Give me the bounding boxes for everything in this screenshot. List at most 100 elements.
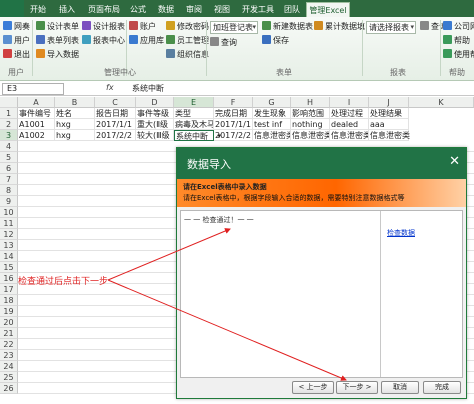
cell-a2[interactable]: A1001 bbox=[18, 119, 55, 130]
form-select-dropdown[interactable]: 加班登记表 ▾ bbox=[210, 21, 258, 34]
row-header[interactable]: 8 bbox=[0, 185, 18, 196]
next-step-button[interactable]: 下一步 > bbox=[336, 381, 378, 394]
tab-manage-excel[interactable]: 管理Excel bbox=[306, 2, 350, 17]
row-header[interactable]: 17 bbox=[0, 284, 18, 295]
tab-formulas[interactable]: 公式 bbox=[128, 2, 148, 17]
cell-c1[interactable]: 报告日期 bbox=[95, 108, 136, 119]
name-box[interactable]: E3 bbox=[2, 83, 64, 95]
ribbon-btn-accumulate-data[interactable]: 累计数据填 bbox=[314, 21, 365, 33]
ribbon-btn-usage-help[interactable]: 使用帮 bbox=[443, 49, 474, 61]
cell-d1[interactable]: 事件等级 bbox=[136, 108, 174, 119]
col-header-d[interactable]: D bbox=[136, 97, 174, 108]
ribbon-btn-account[interactable]: 账户 bbox=[129, 21, 156, 33]
cell-i2[interactable]: dealed bbox=[330, 119, 369, 130]
cell-c3[interactable]: 2017/2/2 bbox=[95, 130, 136, 141]
cell-c2[interactable]: 2017/1/1 bbox=[95, 119, 136, 130]
dialog-titlebar[interactable]: 数据导入 ✕ bbox=[177, 148, 466, 179]
report-select-dropdown[interactable]: 请选择报表 ▾ bbox=[366, 21, 416, 34]
row-header[interactable]: 12 bbox=[0, 229, 18, 240]
cell-j3[interactable]: 信息泄密类 bbox=[369, 130, 410, 141]
row-header[interactable]: 1 bbox=[0, 108, 18, 119]
tab-home[interactable]: 开始 bbox=[28, 2, 48, 17]
ribbon-btn-new-datasheet[interactable]: 新建数据表 bbox=[262, 21, 313, 33]
row-header[interactable]: 10 bbox=[0, 207, 18, 218]
row-header[interactable]: 9 bbox=[0, 196, 18, 207]
cell-a1[interactable]: 事件编号 bbox=[18, 108, 55, 119]
col-header-k[interactable]: K bbox=[409, 97, 474, 108]
cell-h2[interactable]: nothing bbox=[291, 119, 330, 130]
cell-f2[interactable]: 2017/1/1 bbox=[214, 119, 253, 130]
cell-e2[interactable]: 病毒及木马 bbox=[174, 119, 214, 130]
row-header[interactable]: 6 bbox=[0, 163, 18, 174]
col-header-i[interactable]: I bbox=[330, 97, 369, 108]
cell-j1[interactable]: 处理结果 bbox=[369, 108, 409, 119]
formula-input[interactable]: 系统中断 bbox=[132, 83, 164, 95]
row-header[interactable]: 18 bbox=[0, 295, 18, 306]
previous-step-button[interactable]: < 上一步 bbox=[292, 381, 334, 394]
row-header[interactable]: 23 bbox=[0, 350, 18, 361]
ribbon-btn-company-site[interactable]: 公司网 bbox=[443, 21, 474, 33]
ribbon-btn-organization-info[interactable]: 组织信息 bbox=[166, 49, 209, 61]
row-header[interactable]: 16 bbox=[0, 273, 18, 284]
col-header-a[interactable]: A bbox=[18, 97, 55, 108]
ribbon-btn-report-center[interactable]: 报表中心 bbox=[82, 35, 125, 47]
tab-view[interactable]: 视图 bbox=[212, 2, 232, 17]
row-header[interactable]: 5 bbox=[0, 152, 18, 163]
ribbon-btn-save[interactable]: 保存 bbox=[262, 35, 289, 47]
ribbon-btn-help[interactable]: 帮助 bbox=[443, 35, 470, 47]
cell-i1[interactable]: 处理过程 bbox=[330, 108, 369, 119]
ribbon-btn-design-form[interactable]: 设计表单 bbox=[36, 21, 79, 33]
close-icon[interactable]: ✕ bbox=[449, 154, 460, 169]
cell-j2[interactable]: aaa bbox=[369, 119, 409, 130]
row-header[interactable]: 24 bbox=[0, 361, 18, 372]
row-header[interactable]: 2 bbox=[0, 119, 18, 130]
tab-team[interactable]: 团队 bbox=[282, 2, 302, 17]
row-header[interactable]: 26 bbox=[0, 383, 18, 394]
ribbon-btn-form-list[interactable]: 表单列表 bbox=[36, 35, 79, 47]
col-header-e[interactable]: E bbox=[174, 97, 214, 108]
row-header[interactable]: 25 bbox=[0, 372, 18, 383]
col-header-f[interactable]: F bbox=[214, 97, 253, 108]
row-header[interactable]: 13 bbox=[0, 240, 18, 251]
cell-h1[interactable]: 影响范围 bbox=[291, 108, 330, 119]
cell-h3[interactable]: 信息泄密类 bbox=[291, 130, 330, 141]
cell-e3-active[interactable]: 系统中断 ▾ bbox=[174, 130, 221, 141]
ribbon-btn-wangzou[interactable]: 网奏 bbox=[3, 21, 30, 33]
row-header[interactable]: 19 bbox=[0, 306, 18, 317]
ribbon-btn-app-library[interactable]: 应用库 bbox=[129, 35, 164, 47]
check-data-link[interactable]: 检查数据 bbox=[387, 228, 415, 238]
tab-review[interactable]: 审阅 bbox=[184, 2, 204, 17]
cell-d3[interactable]: 较大(Ⅲ级 bbox=[136, 130, 174, 141]
col-header-j[interactable]: J bbox=[369, 97, 409, 108]
row-header[interactable]: 4 bbox=[0, 141, 18, 152]
cell-e1[interactable]: 类型 bbox=[174, 108, 214, 119]
cell-b2[interactable]: hxg bbox=[55, 119, 95, 130]
cell-a3[interactable]: A1002 bbox=[18, 130, 55, 141]
cell-b3[interactable]: hxg bbox=[55, 130, 95, 141]
fx-label[interactable]: fx bbox=[106, 83, 114, 92]
chevron-down-icon[interactable]: ▾ bbox=[217, 131, 221, 142]
cell-d2[interactable]: 重大(Ⅱ级 bbox=[136, 119, 174, 130]
row-header[interactable]: 11 bbox=[0, 218, 18, 229]
ribbon-btn-change-password[interactable]: 修改密码 bbox=[166, 21, 209, 33]
col-header-b[interactable]: B bbox=[55, 97, 95, 108]
col-header-h[interactable]: H bbox=[291, 97, 330, 108]
tab-developer[interactable]: 开发工具 bbox=[240, 2, 276, 17]
cell-g1[interactable]: 发生现象 bbox=[253, 108, 291, 119]
select-all-corner[interactable] bbox=[0, 97, 18, 108]
finish-button[interactable]: 完成 bbox=[423, 381, 461, 394]
ribbon-btn-form-query[interactable]: 查询 bbox=[210, 37, 237, 49]
row-header[interactable]: 3 bbox=[0, 130, 18, 141]
col-header-g[interactable]: G bbox=[253, 97, 291, 108]
cell-g3[interactable]: 信息泄密类 bbox=[253, 130, 291, 141]
cell-f1[interactable]: 完成日期 bbox=[214, 108, 253, 119]
file-tab[interactable] bbox=[0, 0, 24, 17]
tab-insert[interactable]: 插入 bbox=[55, 2, 79, 17]
tab-page-layout[interactable]: 页面布局 bbox=[86, 2, 122, 17]
ribbon-btn-design-report[interactable]: 设计报表 bbox=[82, 21, 125, 33]
col-header-c[interactable]: C bbox=[95, 97, 136, 108]
cell-b1[interactable]: 姓名 bbox=[55, 108, 95, 119]
row-header[interactable]: 22 bbox=[0, 339, 18, 350]
tab-data[interactable]: 数据 bbox=[156, 2, 176, 17]
row-header[interactable]: 7 bbox=[0, 174, 18, 185]
